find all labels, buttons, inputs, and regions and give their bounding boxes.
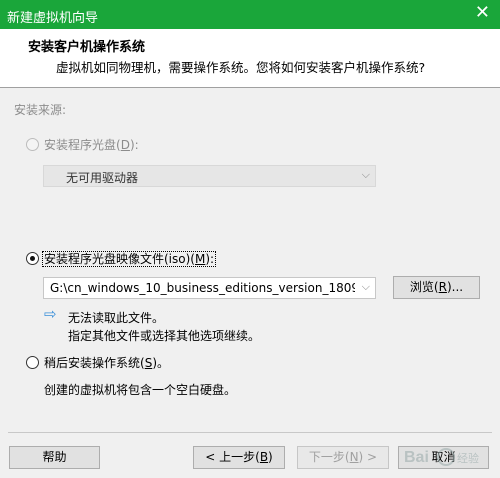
chevron-down-icon[interactable]: ⌵ bbox=[362, 280, 370, 294]
disc-drive-select[interactable]: 无可用驱动器 ⌵ bbox=[43, 165, 376, 187]
radio-selected-dot bbox=[30, 256, 35, 261]
disc-option-label[interactable]: 安装程序光盘(D): bbox=[44, 136, 139, 153]
browse-button[interactable]: 浏览(R)... bbox=[393, 276, 480, 299]
iso-option-label[interactable]: 安装程序光盘映像文件(iso)(M): bbox=[42, 250, 217, 267]
title-bar: 新建虚拟机向导 ✕ bbox=[0, 0, 500, 29]
iso-path-value: G:\cn_windows_10_business_editions_versi… bbox=[50, 281, 355, 295]
later-radio[interactable] bbox=[26, 356, 39, 369]
next-button[interactable]: 下一步(N) > bbox=[297, 446, 389, 469]
svg-text:经验: 经验 bbox=[457, 451, 479, 465]
page-title: 安装客户机操作系统 bbox=[28, 40, 146, 55]
disc-radio[interactable] bbox=[26, 138, 39, 151]
close-icon[interactable]: ✕ bbox=[475, 3, 490, 23]
footer-divider bbox=[8, 432, 492, 433]
later-option-label[interactable]: 稍后安装操作系统(S)。 bbox=[44, 354, 169, 371]
page-subtitle: 虚拟机如同物理机，需要操作系统。您将如何安装客户机操作系统? bbox=[56, 60, 426, 75]
warning-line-2: 指定其他文件或选择其他选项继续。 bbox=[68, 329, 261, 343]
source-group-label: 安装来源: bbox=[14, 103, 67, 117]
window-title: 新建虚拟机向导 bbox=[7, 11, 99, 26]
disc-drive-value: 无可用驱动器 bbox=[66, 171, 139, 185]
arrow-right-icon: ⇨ bbox=[44, 305, 57, 323]
chevron-down-icon: ⌵ bbox=[361, 168, 370, 181]
iso-radio[interactable] bbox=[26, 252, 39, 265]
back-button[interactable]: < 上一步(B) bbox=[193, 446, 285, 469]
iso-path-combobox[interactable]: G:\cn_windows_10_business_editions_versi… bbox=[43, 277, 376, 299]
later-description: 创建的虚拟机将包含一个空白硬盘。 bbox=[44, 383, 237, 397]
warning-line-1: 无法读取此文件。 bbox=[68, 311, 165, 325]
baidu-watermark: Bai 经验 bbox=[404, 448, 479, 466]
svg-text:Bai: Bai bbox=[404, 449, 429, 466]
help-button[interactable]: 帮助 bbox=[9, 446, 100, 469]
wizard-header: 安装客户机操作系统 虚拟机如同物理机，需要操作系统。您将如何安装客户机操作系统? bbox=[0, 29, 500, 88]
